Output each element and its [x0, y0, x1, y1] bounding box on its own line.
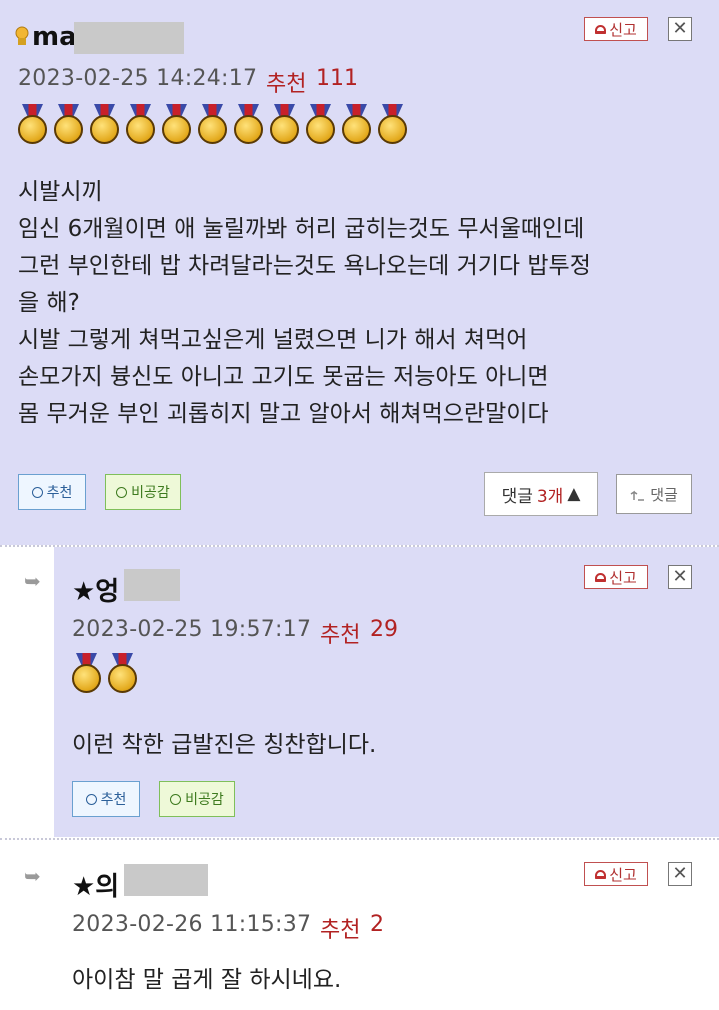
unlike-button-label: 비공감	[185, 792, 224, 808]
recommend-icon	[31, 486, 43, 498]
report-button[interactable]: 신고	[584, 862, 648, 886]
medal-row	[70, 653, 139, 693]
author-badge-icon	[14, 26, 30, 46]
unlike-icon	[170, 793, 182, 805]
close-icon: ✕	[672, 566, 688, 587]
redacted-author	[124, 864, 208, 896]
recommend-label: 추천	[320, 623, 361, 648]
author-name[interactable]: ★의	[72, 866, 119, 903]
medal-row	[16, 104, 409, 144]
medal-icon	[124, 104, 157, 144]
reply-arrow-icon: ➥	[24, 569, 41, 593]
body-line: 그런 부인한테 밥 차려달라는것도 욕나오는데 거기다 밥투정	[18, 253, 591, 279]
report-button[interactable]: 신고	[584, 17, 648, 41]
close-icon: ✕	[672, 863, 688, 884]
medal-icon	[70, 653, 103, 693]
alarm-icon	[595, 572, 607, 582]
comment-body: 이런 착한 급발진은 칭찬합니다.	[72, 727, 376, 764]
medal-icon	[340, 104, 373, 144]
report-label: 신고	[609, 568, 637, 587]
medal-icon	[196, 104, 229, 144]
reply-arrow-icon: ➥	[24, 864, 41, 888]
close-button[interactable]: ✕	[668, 565, 692, 589]
author-name[interactable]: ma	[32, 22, 77, 52]
comment-body: 시발시끼 임신 6개월이면 애 눌릴까봐 허리 굽히는것도 무서울때인데 그런 …	[18, 174, 591, 433]
comment-date: 2023-02-25 14:24:17	[18, 66, 258, 91]
close-button[interactable]: ✕	[668, 862, 692, 886]
recommend-count: 111	[316, 66, 358, 91]
comment-date: 2023-02-25 19:57:17	[72, 617, 312, 642]
comment-3: ➥ ★의 신고 ✕ 2023-02-26 11:15:37 추천 2 아이참 말…	[0, 840, 719, 1010]
unlike-icon	[116, 486, 128, 498]
recommend-button[interactable]: 추천	[18, 474, 86, 510]
recommend-label: 추천	[320, 918, 361, 943]
recommend-button-label: 추천	[46, 485, 73, 501]
recommend-count: 29	[370, 617, 398, 642]
write-reply-button[interactable]: 댓글	[616, 474, 692, 514]
recommend-button[interactable]: 추천	[72, 781, 140, 817]
reply-icon	[630, 490, 645, 501]
replies-label: 댓글	[501, 486, 533, 507]
comment-1: ma 신고 ✕ 2023-02-25 14:24:17 추천 111 시발시끼 …	[0, 0, 719, 545]
recommend-button-label: 추천	[100, 792, 127, 808]
medal-icon	[232, 104, 265, 144]
unlike-button-label: 비공감	[131, 485, 170, 501]
report-label: 신고	[609, 865, 637, 884]
recommend-label: 추천	[266, 72, 307, 97]
body-line: 시발시끼	[18, 179, 103, 205]
replies-toggle-button[interactable]: 댓글 3개 ▲	[484, 472, 598, 516]
close-button[interactable]: ✕	[668, 17, 692, 41]
recommend-count: 2	[370, 912, 384, 937]
replies-count: 3개	[536, 486, 564, 507]
medal-icon	[106, 653, 139, 693]
body-line: 손모가지 븅신도 아니고 고기도 못굽는 저능아도 아니면	[18, 364, 549, 390]
alarm-icon	[595, 24, 607, 34]
unlike-button[interactable]: 비공감	[159, 781, 235, 817]
medal-icon	[304, 104, 337, 144]
body-line: 임신 6개월이면 애 눌릴까봐 허리 굽히는것도 무서울때인데	[18, 216, 585, 242]
recommend-icon	[85, 793, 97, 805]
medal-icon	[16, 104, 49, 144]
body-line: 을 해?	[18, 290, 80, 316]
comment-2: ➥ ★엉 신고 ✕ 2023-02-25 19:57:17 추천 29 이런 착…	[0, 547, 719, 837]
medal-icon	[160, 104, 193, 144]
close-icon: ✕	[672, 18, 688, 39]
alarm-icon	[595, 869, 607, 879]
medal-icon	[268, 104, 301, 144]
redacted-author	[124, 569, 180, 601]
body-line: 시발 그렇게 쳐먹고싶은게 널렸으면 니가 해서 쳐먹어	[18, 327, 528, 353]
chevron-up-icon: ▲	[567, 484, 581, 504]
comment-date: 2023-02-26 11:15:37	[72, 912, 312, 937]
comment-body: 아이참 말 곱게 잘 하시네요.	[72, 962, 341, 999]
medal-icon	[52, 104, 85, 144]
unlike-button[interactable]: 비공감	[105, 474, 181, 510]
write-reply-label: 댓글	[650, 485, 678, 504]
body-line: 이런 착한 급발진은 칭찬합니다.	[72, 732, 377, 758]
redacted-author	[74, 22, 184, 54]
body-line: 몸 무거운 부인 괴롭히지 말고 알아서 해쳐먹으란말이다	[18, 401, 549, 427]
author-name[interactable]: ★엉	[72, 571, 119, 608]
medal-icon	[376, 104, 409, 144]
report-button[interactable]: 신고	[584, 565, 648, 589]
medal-icon	[88, 104, 121, 144]
report-label: 신고	[609, 20, 637, 39]
body-line: 아이참 말 곱게 잘 하시네요.	[72, 967, 342, 993]
